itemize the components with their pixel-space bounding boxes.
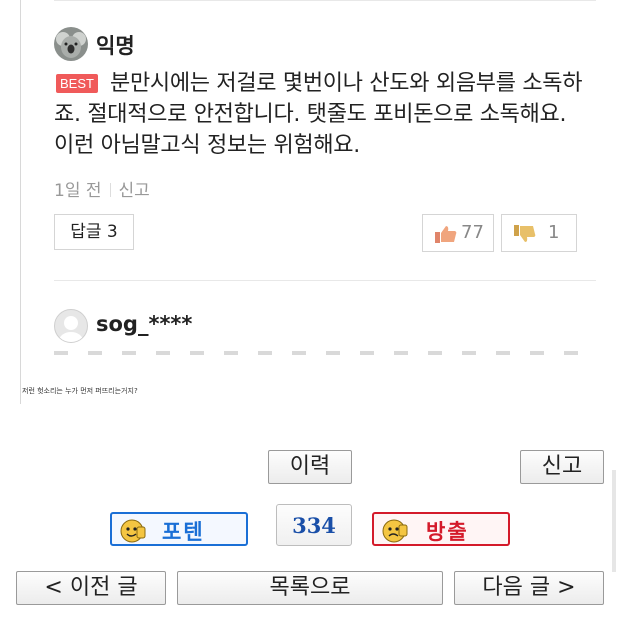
recommend-count: 334	[276, 504, 352, 546]
like-count: 77	[461, 222, 484, 243]
dislike-count: 1	[548, 222, 560, 243]
recommend-count-value: 334	[292, 513, 336, 538]
comment-report-link[interactable]: 신고	[119, 181, 150, 201]
comment-meta: 1일 전 신고	[54, 176, 150, 201]
cropped-comment-text	[54, 351, 596, 355]
ban-label: 방출	[426, 520, 469, 544]
divider	[54, 280, 596, 281]
divider	[54, 0, 596, 1]
thumbs-down-face-icon	[382, 519, 408, 543]
koala-avatar-icon	[54, 27, 88, 61]
report-button[interactable]: 신고	[520, 450, 604, 484]
screenshot-border	[20, 0, 21, 404]
comment-author[interactable]: sog_****	[96, 312, 192, 336]
comment-time: 1일 전	[54, 181, 102, 201]
recommend-button[interactable]: 포텐	[110, 512, 248, 546]
image-caption: 저런 헛소리는 누가 먼저 퍼뜨리는거지?	[22, 387, 138, 395]
comment-author[interactable]: 익명	[96, 30, 135, 60]
comment-text: 분만시에는 저걸로 몇번이나 산도와 외음부를 소독하죠. 절대적으로 안전합니…	[54, 71, 583, 158]
recommend-label: 포텐	[162, 520, 205, 544]
comment-screenshot: 익명 BEST 분만시에는 저걸로 몇번이나 산도와 외음부를 소독하죠. 절대…	[20, 0, 619, 404]
like-button[interactable]: 77	[422, 214, 494, 252]
list-button[interactable]: 목록으로	[177, 571, 443, 605]
prev-post-button[interactable]: < 이전 글	[16, 571, 166, 605]
ban-button[interactable]: 방출	[372, 512, 510, 546]
thumbs-down-icon	[514, 225, 536, 242]
thumbs-up-icon	[435, 226, 457, 243]
reply-button[interactable]: 답글 3	[54, 214, 134, 250]
next-post-button[interactable]: 다음 글 >	[454, 571, 604, 605]
default-avatar-icon	[54, 309, 88, 343]
thumbs-up-face-icon	[120, 519, 146, 543]
meta-separator	[109, 183, 111, 197]
dislike-button[interactable]: 1	[501, 214, 577, 252]
scrollbar-track[interactable]	[612, 470, 616, 572]
history-button[interactable]: 이력	[268, 450, 352, 484]
